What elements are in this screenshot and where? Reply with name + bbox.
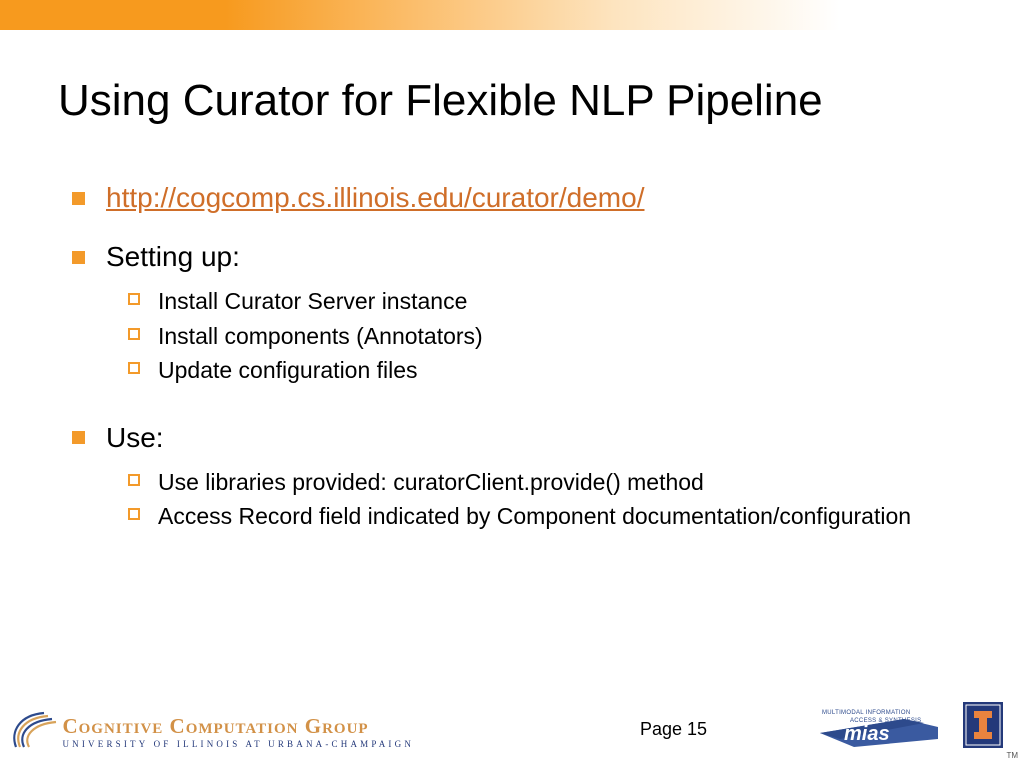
swoosh-icon [6,709,64,756]
mias-logo: MULTIMODAL INFORMATION ACCESS & SYNTHESI… [820,705,938,754]
spacer [72,225,964,239]
subbullet: Update configuration files [128,353,964,388]
ccg-logo-title: Cognitive Computation Group [62,716,414,737]
trademark-symbol: TM [1006,751,1018,760]
mias-name: mias [844,723,890,745]
slide-footer: Cognitive Computation Group UNIVERSITY O… [0,698,1024,768]
page-number: Page 15 [640,719,707,740]
use-sublist: Use libraries provided: curatorClient.pr… [72,465,964,534]
bullet-setup-heading: Setting up: [72,239,964,274]
subbullet: Install Curator Server instance [128,284,964,319]
curator-demo-link[interactable]: http://cogcomp.cs.illinois.edu/curator/d… [106,182,644,213]
top-accent-bar [0,0,1024,30]
ccg-logo: Cognitive Computation Group UNIVERSITY O… [6,709,414,756]
illinois-logo [962,701,1004,754]
slide-content: http://cogcomp.cs.illinois.edu/curator/d… [72,180,964,552]
slide-body: Using Curator for Flexible NLP Pipeline … [0,30,1024,768]
ccg-logo-subtitle: UNIVERSITY OF ILLINOIS AT URBANA-CHAMPAI… [62,739,414,749]
mias-tagline-top: MULTIMODAL INFORMATION [822,710,911,716]
bullet-use-heading: Use: [72,420,964,455]
bullet-link: http://cogcomp.cs.illinois.edu/curator/d… [72,180,964,215]
slide-title: Using Curator for Flexible NLP Pipeline [58,76,984,126]
spacer [72,406,964,420]
ccg-logo-text: Cognitive Computation Group UNIVERSITY O… [62,716,414,749]
setup-sublist: Install Curator Server instance Install … [72,284,964,388]
subbullet: Use libraries provided: curatorClient.pr… [128,465,964,500]
subbullet: Access Record field indicated by Compone… [128,499,964,534]
subbullet: Install components (Annotators) [128,319,964,354]
